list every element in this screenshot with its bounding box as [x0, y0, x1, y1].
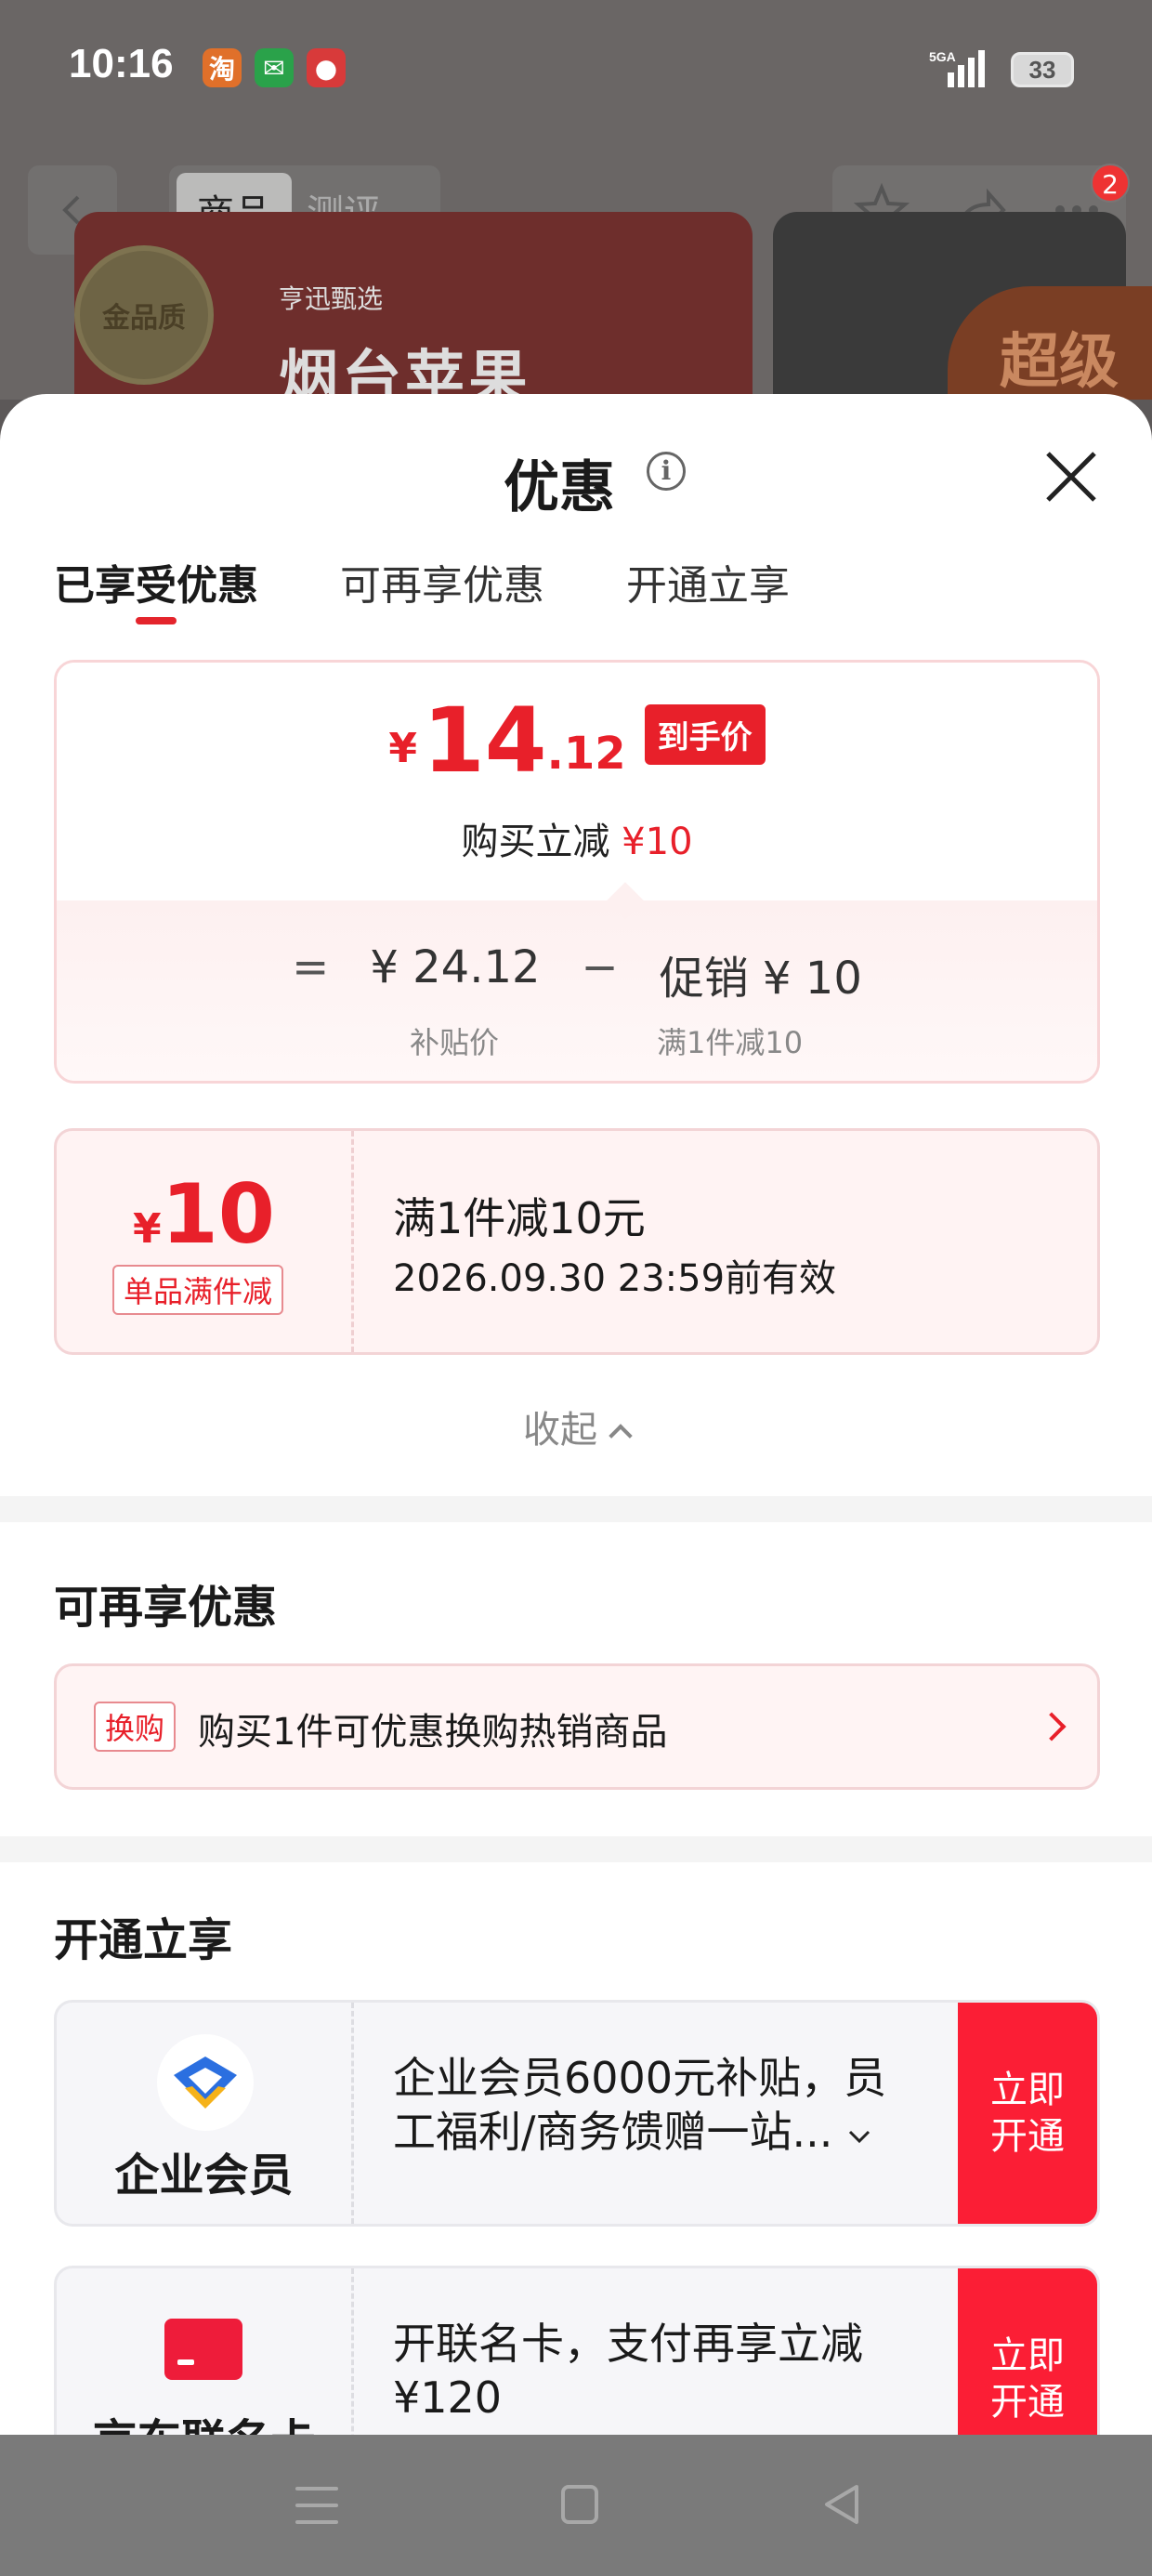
status-time: 10:16: [69, 41, 174, 86]
final-price: ¥ 14 .12 到手价: [57, 696, 1097, 785]
discount-value: ¥10: [622, 821, 693, 863]
section-title-open: 开通立享: [54, 1914, 233, 1966]
price-summary-card: ¥ 14 .12 到手价 购买立减 ¥10 = ¥ 24.12 − 促销 ¥ 1…: [54, 660, 1100, 1084]
section-divider: [0, 1836, 1152, 1862]
section-divider: [0, 1496, 1152, 1522]
chevron-down-icon[interactable]: [846, 2128, 872, 2147]
equals-sign: =: [292, 941, 330, 993]
network-label: 5GA: [929, 49, 956, 64]
discount-sheet: 优惠 i 已享受优惠 可再享优惠 开通立享 ¥ 14 .12 到手价 购买立减 …: [0, 394, 1152, 2435]
collapse-label: 收起: [523, 1409, 597, 1452]
chevron-right-icon: [1037, 1712, 1067, 1741]
open-cobrand-button[interactable]: 立即 开通: [958, 2268, 1097, 2435]
credit-card-icon: [164, 2319, 242, 2380]
coupon-expiry: 2026.09.30 23:59前有效: [393, 1257, 837, 1300]
swap-tag: 换购: [94, 1702, 177, 1752]
open-button-line2: 开通: [990, 2115, 1065, 2158]
discount-prefix: 购买立减: [461, 821, 610, 863]
final-price-decimal: .12: [546, 728, 626, 780]
base-price-label: 补贴价: [410, 1025, 500, 1060]
section-title-more: 可再享优惠: [54, 1582, 278, 1634]
status-bar: 10:16 淘 ✉ ● 5GA 33: [0, 0, 1152, 139]
coupon-currency: ¥: [132, 1205, 162, 1253]
menu-icon[interactable]: [295, 2487, 338, 2526]
quality-medal: 金品质: [74, 245, 214, 385]
coupon-type-badge: 单品满件减: [112, 1265, 284, 1315]
battery-indicator: 33: [1011, 52, 1074, 87]
signal-icon: 5GA: [929, 49, 985, 87]
chevron-up-icon: [609, 1424, 633, 1448]
app-icon: ●: [307, 48, 346, 87]
back-triangle-icon[interactable]: [821, 2483, 862, 2526]
tab-enjoyed[interactable]: 已享受优惠: [54, 552, 258, 636]
coupon-amount: ¥10: [57, 1174, 351, 1255]
system-navigation-bar: [0, 2435, 1152, 2576]
coupon-value: 10: [161, 1166, 276, 1262]
info-icon[interactable]: i: [647, 452, 686, 491]
base-price: ¥ 24.12: [370, 941, 541, 993]
enterprise-logo-icon: [157, 2034, 254, 2131]
tab-open[interactable]: 开通立享: [626, 552, 790, 636]
home-icon[interactable]: [561, 2485, 598, 2524]
promo-label: 满1件减10: [657, 1025, 804, 1060]
open-button-line1: 立即: [990, 2069, 1065, 2111]
swap-text: 购买1件可优惠换购热销商品: [198, 1711, 668, 1754]
wechat-icon: ✉: [255, 48, 294, 87]
sheet-title-text: 优惠: [504, 455, 615, 520]
taobao-icon: 淘: [203, 48, 242, 87]
final-price-integer: 14: [423, 689, 547, 793]
cobrand-description: 开联名卡，支付再享立减 ¥120: [393, 2319, 863, 2423]
notification-badge: 2: [1091, 164, 1130, 203]
cobrand-card[interactable]: 京东联名卡 开联名卡，支付再享立减 ¥120 立即 开通: [54, 2266, 1100, 2435]
discount-tabs: 已享受优惠 可再享优惠 开通立享: [54, 552, 790, 636]
product-title: 烟台苹果: [279, 345, 531, 400]
minus-sign: −: [581, 941, 619, 993]
final-price-tag: 到手价: [644, 704, 766, 765]
member-name: 企业会员: [114, 2149, 294, 2201]
member-description-text: 企业会员6000元补贴，员工福利/商务馈赠一站...: [393, 2053, 887, 2157]
sheet-title: 优惠: [0, 442, 1152, 523]
close-icon[interactable]: [1041, 446, 1102, 507]
discount-line: 购买立减 ¥10: [57, 811, 1097, 865]
promo-amount: 促销 ¥ 10: [659, 953, 862, 1005]
coupon-title: 满1件减10元: [393, 1193, 646, 1243]
enterprise-member-card[interactable]: 企业会员 企业会员6000元补贴，员工福利/商务馈赠一站... 立即 开通: [54, 2000, 1100, 2227]
background-product-page: 10:16 淘 ✉ ● 5GA 33 商品 测评 2 亨迅甄选 烟台苹果 金品质…: [0, 0, 1152, 400]
currency-symbol: ¥: [388, 725, 417, 772]
coupon-card[interactable]: ¥10 单品满件减 满1件减10元 2026.09.30 23:59前有效: [54, 1128, 1100, 1355]
product-brand: 亨迅甄选: [279, 283, 384, 314]
open-enterprise-button[interactable]: 立即 开通: [958, 2003, 1097, 2224]
open-button-line2: 开通: [990, 2381, 1065, 2424]
collapse-button[interactable]: 收起: [0, 1400, 1152, 1453]
open-button-line1: 立即: [990, 2334, 1065, 2377]
swap-offer-row[interactable]: 换购 购买1件可优惠换购热销商品: [54, 1663, 1100, 1790]
cobrand-name: 京东联名卡: [57, 2404, 351, 2435]
price-formula: = ¥ 24.12 − 促销 ¥ 10 补贴价 满1件减10: [57, 900, 1097, 1081]
member-description: 企业会员6000元补贴，员工福利/商务馈赠一站...: [393, 2051, 895, 2159]
tab-more[interactable]: 可再享优惠: [340, 552, 544, 636]
